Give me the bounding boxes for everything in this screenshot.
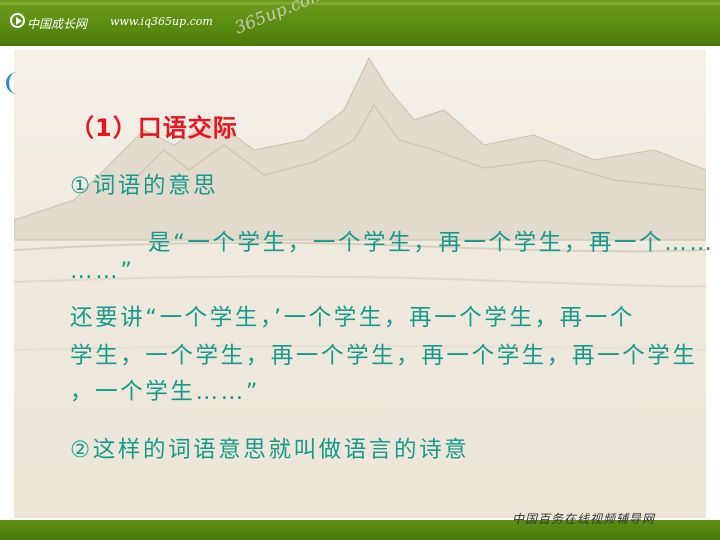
quote-line-3-rest: ’一个学生，再一个学生，再一个 <box>273 305 635 331</box>
section-heading: （1）口语交际 <box>70 114 238 142</box>
quote-line-1-prefix: 是“ <box>148 230 188 256</box>
quote-line-3: 还要讲“一个学生，’一个学生，再一个学生，再一个 <box>70 300 635 332</box>
quote-line-3-quote: 一个学生， <box>159 305 274 331</box>
quote-line-1: 是“一个学生，一个学生，再一个学生，再一个…… <box>148 225 714 257</box>
top-banner: 中国成长网 www.iq365up.com <box>0 0 720 46</box>
decorative-curve <box>6 72 27 94</box>
item-two: ②这样的词语意思就叫做语言的诗意 <box>70 437 470 463</box>
quote-line-2: ……” <box>70 258 135 284</box>
quote-line-3-prefix: 还要讲“ <box>70 305 160 331</box>
quote-line-1-body: 一个学生，一个学生，再一个学生，再一个…… <box>187 230 715 256</box>
banner-stripe <box>0 2 720 5</box>
item-one: ①词语的意思 <box>70 173 219 199</box>
quote-line-4: 学生，一个学生，再一个学生，再一个学生，再一个学生 <box>70 343 698 369</box>
site-name: 中国成长网 <box>27 17 88 31</box>
site-url[interactable]: www.iq365up.com <box>110 15 213 28</box>
footer-text: 中国百务在线视频辅导网 <box>512 512 656 526</box>
quote-line-5: ，一个学生……” <box>70 379 260 405</box>
play-logo-icon <box>10 13 25 28</box>
